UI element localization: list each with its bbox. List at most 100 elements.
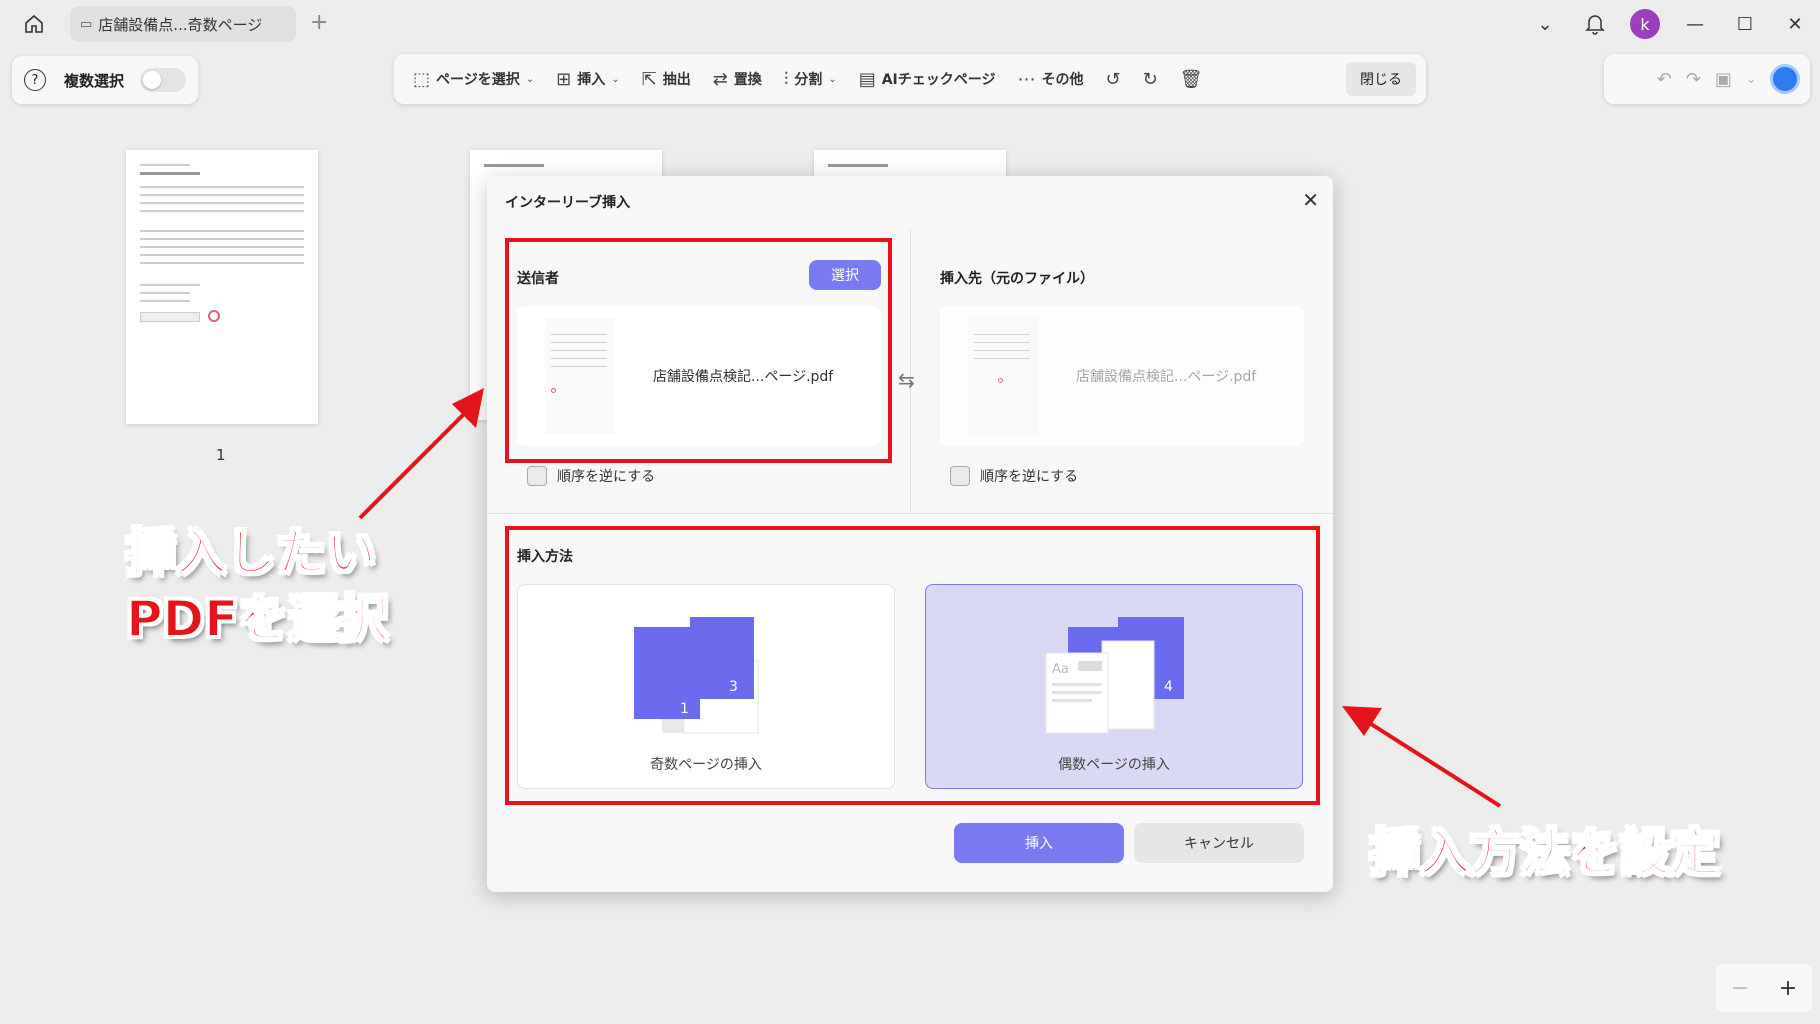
title-bar: ▭ 店舗設備点...奇数ページ + ⌄ k — ☐ ✕ [0,0,1820,48]
stamp-icon [998,378,1003,383]
comment-icon: ▭ [80,16,93,32]
insert-icon: ⊞ [556,68,572,90]
target-title: 挿入先（元のファイル） [940,271,1094,287]
zoom-controls: − + [1716,964,1812,1012]
chevron-down-icon: ⌄ [525,73,535,85]
thumbnail-line [974,350,1030,351]
minimize-icon[interactable]: — [1670,0,1720,48]
thumbnail-line [974,358,1030,359]
more-label: その他 [1041,72,1084,88]
notification-bell-icon[interactable] [1570,0,1620,48]
right-toolbar: ↶ ↷ ▣ ⌄ [1604,54,1810,104]
thumbnail-line [828,164,888,167]
arrow-to-method [1366,720,1502,808]
dialog-title: インターリーブ挿入 [505,195,631,211]
rotate-left-icon: ↺ [1105,68,1121,90]
rotate-right-icon: ↻ [1142,68,1158,90]
multi-select-toggle[interactable] [140,68,187,92]
document-tab[interactable]: ▭ 店舗設備点...奇数ページ [70,6,296,42]
thumbnail-line [974,334,1030,335]
home-icon[interactable] [20,10,48,38]
target-reverse-label: 順序を逆にする [980,469,1079,485]
replace-icon: ⇄ [712,68,728,90]
rotate-left-button[interactable]: ↺ [1096,61,1129,97]
replace-label: 置換 [733,72,762,88]
annotation-select-pdf: 挿入したい PDFを選択 [125,520,389,652]
thumbnail-line [140,254,304,256]
thumbnail-line [484,164,544,167]
new-tab-button[interactable]: + [310,12,328,34]
save-icon[interactable]: ▣ [1715,69,1732,90]
page-select-button[interactable]: ⬚ ページを選択 ⌄ [404,61,543,97]
thumbnail-line [140,172,200,175]
page-select-label: ページを選択 [436,72,520,88]
ai-check-page-button[interactable]: ▤ AIチェックページ [850,61,1005,97]
thumbnail-line [140,194,304,196]
thumbnail-line [140,238,304,240]
user-avatar[interactable]: k [1630,9,1660,39]
help-icon[interactable]: ? [24,69,46,91]
target-file-name: 店舗設備点検記...ページ.pdf [1076,369,1257,385]
extract-button[interactable]: ⇱ 抽出 [633,61,700,97]
target-file-card: 店舗設備点検記...ページ.pdf [940,306,1304,446]
thumbnail-line [140,202,304,204]
page-toolbar: ⬚ ページを選択 ⌄ ⊞ 挿入 ⌄ ⇱ 抽出 ⇄ 置換 ⫶ 分割 ⌄ ▤ AIチ… [394,54,1426,104]
insert-menu-button[interactable]: ⊞ 挿入 ⌄ [547,61,628,97]
arrow-to-sender [358,406,472,520]
swap-icon[interactable]: ⇆ [898,368,915,392]
sender-reverse-row[interactable]: 順序を逆にする [527,466,655,486]
insert-method-highlight-box [505,526,1320,805]
zoom-in-icon[interactable]: + [1779,976,1797,1001]
chevron-down-icon: ⌄ [828,73,837,85]
multi-select-label: 複数選択 [64,71,125,90]
stamp-icon [208,310,220,322]
undo-icon[interactable]: ↶ [1657,69,1672,90]
split-button[interactable]: ⫶ 分割 ⌄ [775,61,846,97]
thumbnail-line [140,164,190,166]
tab-list-chevron-icon[interactable]: ⌄ [1520,0,1570,48]
trash-icon: 🗑 [1179,68,1203,90]
more-button[interactable]: ⋯ その他 [1008,61,1092,97]
replace-button[interactable]: ⇄ 置換 [704,61,771,97]
ai-check-icon: ▤ [858,68,876,90]
insert-button[interactable]: 挿入 [954,823,1124,863]
extract-icon: ⇱ [641,68,657,90]
thumbnail-line [140,292,190,294]
dialog-close-icon[interactable]: ✕ [1302,188,1319,212]
thumbnail-line [140,210,304,212]
sender-reverse-checkbox[interactable] [527,466,547,486]
annotation-line: PDFを選択 [125,589,389,649]
extract-label: 抽出 [662,72,691,88]
thumbnail-line [140,246,304,248]
multi-select-panel: ? 複数選択 [12,56,198,104]
chevron-down-icon[interactable]: ⌄ [1746,72,1756,86]
thumbnail-line [140,300,190,302]
insert-menu-label: 挿入 [577,72,606,88]
page-number: 1 [216,446,226,464]
close-page-mode-button[interactable]: 閉じる [1346,62,1416,96]
more-icon: ⋯ [1017,68,1036,90]
rotate-right-button[interactable]: ↻ [1134,61,1167,97]
target-reverse-row[interactable]: 順序を逆にする [950,466,1078,486]
ai-check-page-label: AIチェックページ [881,72,996,88]
split-label: 分割 [794,72,823,88]
file-thumbnail [968,318,1038,434]
annotation-line: 挿入したい [125,523,377,583]
maximize-icon[interactable]: ☐ [1720,0,1770,48]
thumbnail-line [140,312,200,322]
redo-icon[interactable]: ↷ [1686,69,1701,90]
page-select-icon: ⬚ [413,68,431,90]
thumbnail-line [140,186,304,188]
page-thumbnail[interactable] [126,150,318,424]
target-reverse-checkbox[interactable] [950,466,970,486]
zoom-out-icon[interactable]: − [1731,976,1749,1001]
delete-button[interactable]: 🗑 [1171,61,1212,97]
section-divider [487,513,1333,514]
ai-assistant-icon[interactable] [1770,64,1800,94]
thumbnail-line [140,284,200,286]
chevron-down-icon: ⌄ [611,73,620,85]
split-icon: ⫶ [783,68,789,90]
cancel-button[interactable]: キャンセル [1134,823,1304,863]
arrow-head [1342,706,1382,736]
window-close-icon[interactable]: ✕ [1770,0,1820,48]
